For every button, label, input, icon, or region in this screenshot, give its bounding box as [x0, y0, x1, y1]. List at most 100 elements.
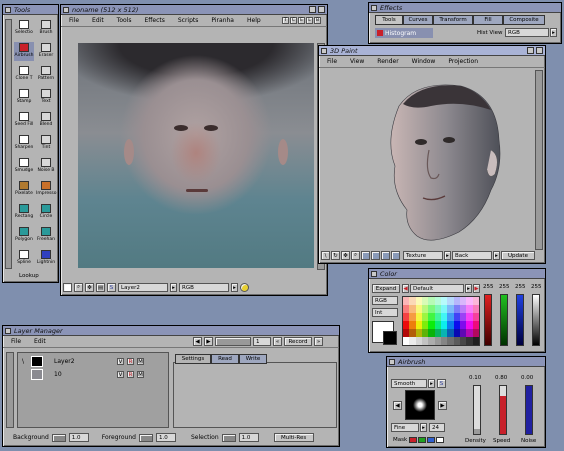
palette-prev-icon[interactable]: ◀ [402, 284, 409, 293]
tool-text[interactable]: Text [36, 88, 56, 107]
rgb-field[interactable]: RGB [372, 296, 398, 305]
tab-tools[interactable]: Tools [375, 15, 403, 25]
update-button[interactable]: Update [501, 251, 535, 260]
l-button[interactable]: L [306, 17, 313, 24]
blue-slider[interactable] [516, 294, 524, 346]
mask-toggle[interactable]: M [137, 358, 144, 365]
window-menu-icon[interactable] [321, 48, 327, 54]
read-toggle[interactable]: R [127, 371, 134, 378]
tool-lightnin[interactable]: Lightnin [36, 249, 56, 268]
e-button[interactable]: E [298, 17, 305, 24]
menu-render[interactable]: Render [377, 58, 398, 65]
tool-spline[interactable]: Spline [14, 249, 34, 268]
mode-field[interactable]: RGB [179, 283, 229, 292]
tool-tint[interactable]: Tint [36, 134, 56, 153]
play-icon[interactable]: ▶ [204, 337, 213, 346]
red-slider[interactable] [484, 294, 492, 346]
expand-button[interactable]: Expand [372, 284, 400, 293]
noise-slider[interactable] [525, 385, 533, 435]
palette-next-icon[interactable]: ▶ [473, 284, 480, 293]
menu-view[interactable]: View [350, 58, 364, 65]
rotate-icon[interactable]: ↻ [331, 251, 340, 260]
rewind-icon[interactable]: ◀ [193, 337, 202, 346]
back-dropdown-icon[interactable]: ▸ [493, 251, 500, 260]
foreground-slider[interactable] [138, 433, 153, 442]
palette-swatch[interactable] [472, 337, 479, 345]
palette-swatch[interactable] [472, 313, 479, 321]
window-menu-icon[interactable] [389, 359, 395, 365]
brush-next-icon[interactable]: ▶ [438, 401, 447, 410]
fine-dropdown-icon[interactable]: ▸ [420, 423, 427, 432]
color-title-bar[interactable]: Color [369, 269, 545, 279]
zoom-icon[interactable]: ⌕ [351, 251, 360, 260]
menu-projection[interactable]: Projection [448, 58, 478, 65]
menu-window[interactable]: Window [412, 58, 436, 65]
tab-write[interactable]: Write [239, 354, 267, 364]
tool-smudge[interactable]: Smudge [14, 157, 34, 176]
color-palette-grid[interactable] [402, 296, 480, 346]
tools-title-bar[interactable]: Tools [3, 5, 58, 15]
smooth-dropdown-icon[interactable]: ▸ [428, 379, 435, 388]
menu-tools[interactable]: Tools [117, 17, 132, 24]
brush-prev-icon[interactable]: ◀ [393, 401, 402, 410]
3d-vscrollbar[interactable] [535, 70, 543, 250]
tool-freehan[interactable]: Freehan [36, 226, 56, 245]
step-back-icon[interactable]: « [273, 337, 282, 346]
b-button[interactable]: B [314, 17, 321, 24]
fine-field[interactable]: Fine [391, 423, 419, 432]
c-button[interactable]: C [290, 17, 297, 24]
tool-airbrush[interactable]: Airbrush [14, 42, 34, 61]
maximize-icon[interactable] [536, 47, 543, 54]
palette-field[interactable]: Default [410, 284, 464, 293]
window-menu-icon[interactable] [63, 7, 69, 13]
tab-curves[interactable]: Curves [403, 15, 433, 25]
minimize-icon[interactable] [309, 6, 316, 13]
frame-field[interactable]: 1 [253, 337, 271, 346]
texture-dropdown-icon[interactable]: ▸ [444, 251, 451, 260]
tool-noise-b[interactable]: Noise B [36, 157, 56, 176]
tool-stamp[interactable]: Stamp [14, 88, 34, 107]
mask-green[interactable] [418, 437, 426, 443]
minimize-icon[interactable] [527, 47, 534, 54]
menu-edit[interactable]: Edit [34, 338, 46, 345]
move-icon[interactable]: ✥ [341, 251, 350, 260]
tool-polygon[interactable]: Polygon [14, 226, 34, 245]
int-field[interactable]: Int [372, 308, 398, 317]
window-menu-icon[interactable] [5, 7, 11, 13]
green-slider[interactable] [500, 294, 508, 346]
tool-clone-t[interactable]: Clone T [14, 65, 34, 84]
tool-circle[interactable]: Circle [36, 203, 56, 222]
menu-edit[interactable]: Edit [92, 17, 104, 24]
image-title-bar[interactable]: noname (512 x 512) [61, 5, 327, 15]
read-toggle[interactable]: R [127, 358, 134, 365]
background-field[interactable]: 1.0 [68, 433, 89, 442]
tool-sharpen[interactable]: Sharpen [14, 134, 34, 153]
layer-list-scrollbar[interactable] [6, 352, 14, 428]
window-menu-icon[interactable] [5, 328, 11, 334]
tools-scrollbar[interactable] [5, 19, 12, 269]
document-icon[interactable]: ▤ [96, 283, 105, 292]
tool-pattern[interactable]: Pattern [36, 65, 56, 84]
tab-settings[interactable]: Settings [175, 354, 211, 364]
secondary-color-swatch[interactable] [383, 331, 397, 345]
face-texture-canvas[interactable] [78, 43, 314, 268]
window-menu-icon[interactable] [371, 5, 377, 11]
fine-value-field[interactable]: 24 [429, 423, 445, 432]
s-icon[interactable]: S [107, 283, 116, 292]
tool-rectang[interactable]: Rectang [14, 203, 34, 222]
density-slider[interactable] [473, 385, 481, 435]
mode-dropdown-icon[interactable]: ▸ [231, 283, 238, 292]
t-button[interactable]: T [282, 17, 289, 24]
tab-read[interactable]: Read [211, 354, 239, 364]
layer-row[interactable]: \ Layer2 V R M [18, 355, 168, 368]
tool-brush[interactable]: Brush [36, 19, 56, 38]
mask-white[interactable] [436, 437, 444, 443]
selection-field[interactable]: 1.0 [238, 433, 259, 442]
lookup-label[interactable]: Lookup [19, 273, 39, 279]
maximize-icon[interactable] [318, 6, 325, 13]
visible-toggle[interactable]: V [117, 358, 124, 365]
mask-blue[interactable] [427, 437, 435, 443]
color-swatch-icon[interactable] [63, 283, 72, 292]
smooth-field[interactable]: Smooth [391, 379, 427, 388]
selection-slider[interactable] [221, 433, 236, 442]
